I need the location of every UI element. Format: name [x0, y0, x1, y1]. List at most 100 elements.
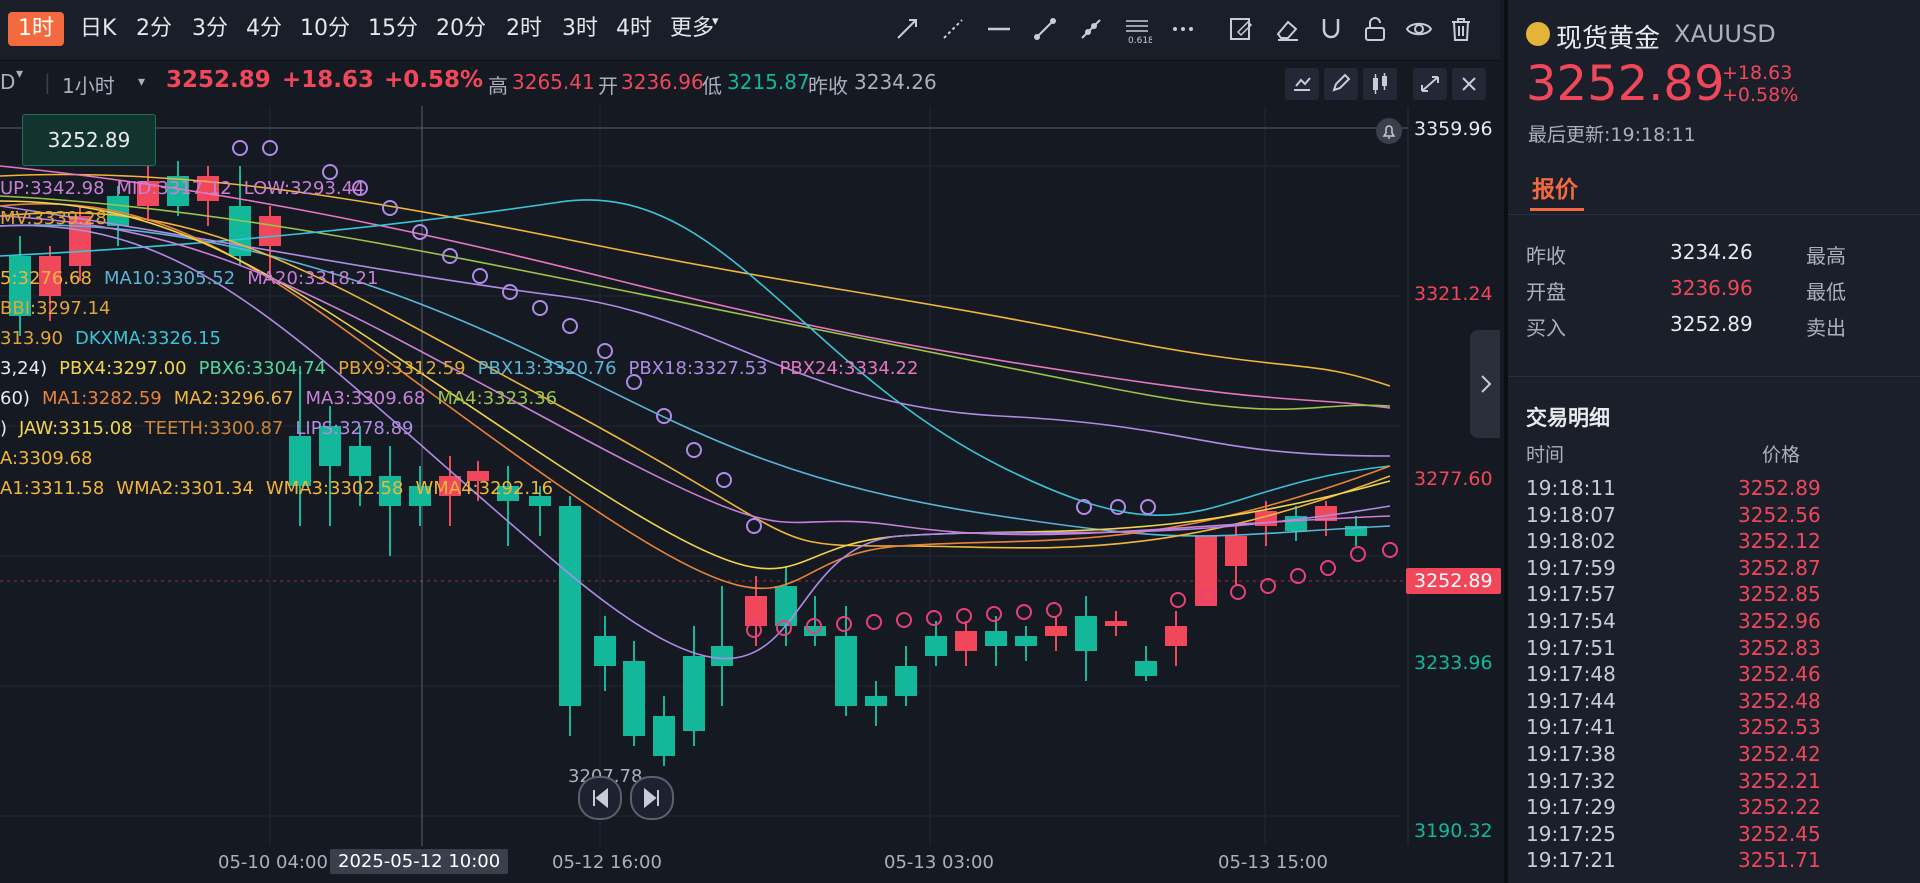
deal-time: 19:18:02	[1526, 529, 1616, 554]
fibonacci-icon[interactable]: 0.618	[1122, 14, 1154, 46]
candle-body	[1195, 536, 1217, 606]
eye-icon[interactable]	[1404, 14, 1434, 44]
line-style-button[interactable]	[1285, 68, 1319, 100]
period-5[interactable]: 10分	[294, 12, 356, 46]
magnet-icon[interactable]	[1316, 14, 1346, 44]
divider	[1508, 376, 1920, 377]
period-2[interactable]: 2分	[130, 12, 178, 46]
indicator-value: )	[0, 418, 8, 439]
indicator-value: PBX24:3334.22	[779, 358, 919, 379]
tab-quote[interactable]: 报价	[1532, 170, 1578, 204]
kline-svg[interactable]	[0, 106, 1500, 846]
interval-select[interactable]: 1小时	[62, 70, 115, 99]
deal-time: 19:17:29	[1526, 795, 1616, 820]
sar-dot	[322, 164, 338, 180]
indicator-value: TEETH:3300.87	[144, 418, 284, 439]
deal-price: 3252.53	[1738, 715, 1821, 740]
horizontal-line-icon[interactable]	[984, 14, 1014, 44]
indicator-value: A1:3311.58	[0, 478, 105, 499]
kline-chart[interactable]	[0, 106, 1500, 846]
indicator-value: PBX9:3312.59	[338, 358, 466, 379]
open-label: 开	[598, 74, 618, 98]
deal-time: 19:17:44	[1526, 688, 1616, 713]
period-3[interactable]: 3分	[186, 12, 234, 46]
period-7[interactable]: 20分	[430, 12, 492, 46]
candle-body	[865, 696, 887, 706]
candlestick-icon	[1373, 73, 1387, 94]
symbol-partial[interactable]: D	[0, 70, 15, 94]
sar-dot	[836, 616, 852, 632]
sar-dot	[866, 614, 882, 630]
collapse-panel-button[interactable]	[1470, 330, 1500, 438]
indicator-row: A:3309.68	[0, 448, 105, 469]
sar-dot	[412, 224, 428, 240]
sar-dot	[1016, 604, 1032, 620]
chevron-down-icon[interactable]: ▾	[16, 66, 23, 82]
quote-panel: 现货黄金 XAUUSD 3252.89 +18.63 +0.58% 最后更新:1…	[1504, 0, 1920, 883]
close-chart-button[interactable]	[1452, 68, 1486, 100]
sar-dot	[956, 608, 972, 624]
eraser-icon[interactable]	[1272, 14, 1302, 44]
candle-body	[1045, 626, 1067, 636]
sar-dot	[502, 284, 518, 300]
chevron-down-icon[interactable]: ▾	[138, 74, 145, 90]
tab-indicator	[1530, 208, 1584, 211]
candle-body	[745, 596, 767, 626]
prev-close-value: 3234.26	[854, 70, 937, 94]
fullscreen-button[interactable]	[1413, 68, 1447, 100]
line-style-icon	[1294, 77, 1311, 91]
period-toolbar: 1时 日K 2分 3分 4分 10分 15分 20分 2时 3时 4时 更多 ▾ 0.618	[0, 0, 1500, 61]
period-0[interactable]: 1时	[8, 12, 64, 46]
ray-line-icon[interactable]	[938, 14, 968, 44]
price-change-pct: +0.58%	[384, 67, 484, 93]
period-10[interactable]: 4时	[610, 12, 658, 46]
close-icon	[1462, 77, 1476, 91]
time-axis: 05-10 04:00 2025-05-12 10:00 05-12 16:00…	[0, 846, 1500, 883]
sar-dot	[232, 140, 248, 156]
last-update: 最后更新:19:18:11	[1528, 124, 1696, 146]
unlock-icon[interactable]	[1360, 14, 1390, 44]
next-button[interactable]	[630, 776, 674, 820]
indicator-row: 60) MA1:3282.59 MA2:3296.67 MA3:3309.68 MA4:…	[0, 388, 569, 409]
trash-icon[interactable]	[1446, 14, 1476, 44]
panel-price: 3252.89	[1526, 56, 1725, 112]
indicator-row: MV:3339.28	[0, 208, 119, 229]
current-price-box: 3252.89	[22, 114, 156, 166]
segment-icon[interactable]	[1030, 14, 1060, 44]
candle-body	[1105, 621, 1127, 626]
indicator-value: MA1:3282.59	[41, 388, 162, 409]
sar-dot	[472, 268, 488, 284]
period-4[interactable]: 4分	[240, 12, 288, 46]
period-6[interactable]: 15分	[362, 12, 424, 46]
extend-line-icon[interactable]	[1076, 14, 1106, 44]
price-axis-top: 3359.96	[1414, 118, 1493, 140]
panel-change: +18.63 +0.58%	[1722, 62, 1798, 106]
indicator-value: MA2:3296.67	[173, 388, 294, 409]
indicator-value: MA3:3309.68	[305, 388, 426, 409]
indicator-value: PBX13:3320.76	[477, 358, 617, 379]
deal-time: 19:17:32	[1526, 768, 1616, 793]
deal-price-header: 价格	[1762, 444, 1801, 466]
period-9[interactable]: 3时	[556, 12, 604, 46]
indicator-value: LIPS:3278.89	[295, 418, 414, 439]
draw-button[interactable]	[1324, 68, 1358, 100]
price-axis-label: 3233.96	[1414, 652, 1493, 674]
alarm-bell-button[interactable]	[1376, 118, 1402, 144]
chevron-down-icon[interactable]: ▾	[712, 14, 719, 29]
price-axis-label: 3277.60	[1414, 468, 1493, 490]
deal-time: 19:17:59	[1526, 555, 1616, 580]
candle-type-button[interactable]	[1363, 68, 1397, 100]
more-dots-icon[interactable]	[1168, 14, 1198, 44]
edit-note-icon[interactable]	[1226, 14, 1256, 44]
sar-dot	[1046, 602, 1062, 618]
candle-body	[1135, 661, 1157, 676]
indicator-value: MV:3339.28	[0, 208, 107, 229]
period-1[interactable]: 日K	[74, 12, 122, 46]
prev-button[interactable]	[578, 776, 622, 820]
period-8[interactable]: 2时	[500, 12, 548, 46]
pencil-icon	[1332, 73, 1351, 92]
trend-line-icon[interactable]	[892, 14, 922, 44]
indicator-value: 3,24)	[0, 358, 48, 379]
quote-label: 开盘	[1526, 280, 1566, 304]
deal-price: 3252.45	[1738, 821, 1821, 846]
